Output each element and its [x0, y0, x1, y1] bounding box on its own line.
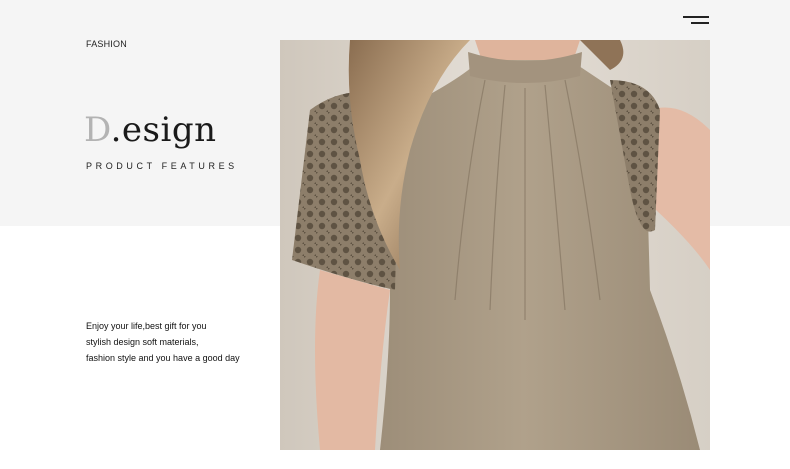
description: Enjoy your life,best gift for you stylis… [86, 318, 266, 366]
description-line: fashion style and you have a good day [86, 353, 240, 363]
page-subtitle: PRODUCT FEATURES [86, 161, 238, 171]
menu-line-bottom [691, 22, 709, 24]
menu-line-top [683, 16, 709, 18]
product-photo [280, 40, 710, 450]
title-rest: .esign [110, 110, 217, 150]
description-line: Enjoy your life,best gift for you [86, 321, 207, 331]
product-photo-illustration [280, 40, 710, 450]
title-initial: D [84, 110, 111, 150]
page-title: D.esign [84, 108, 216, 152]
section-kicker: FASHION [86, 39, 127, 49]
description-line: stylish design soft materials, [86, 337, 199, 347]
menu-icon[interactable] [683, 15, 709, 27]
